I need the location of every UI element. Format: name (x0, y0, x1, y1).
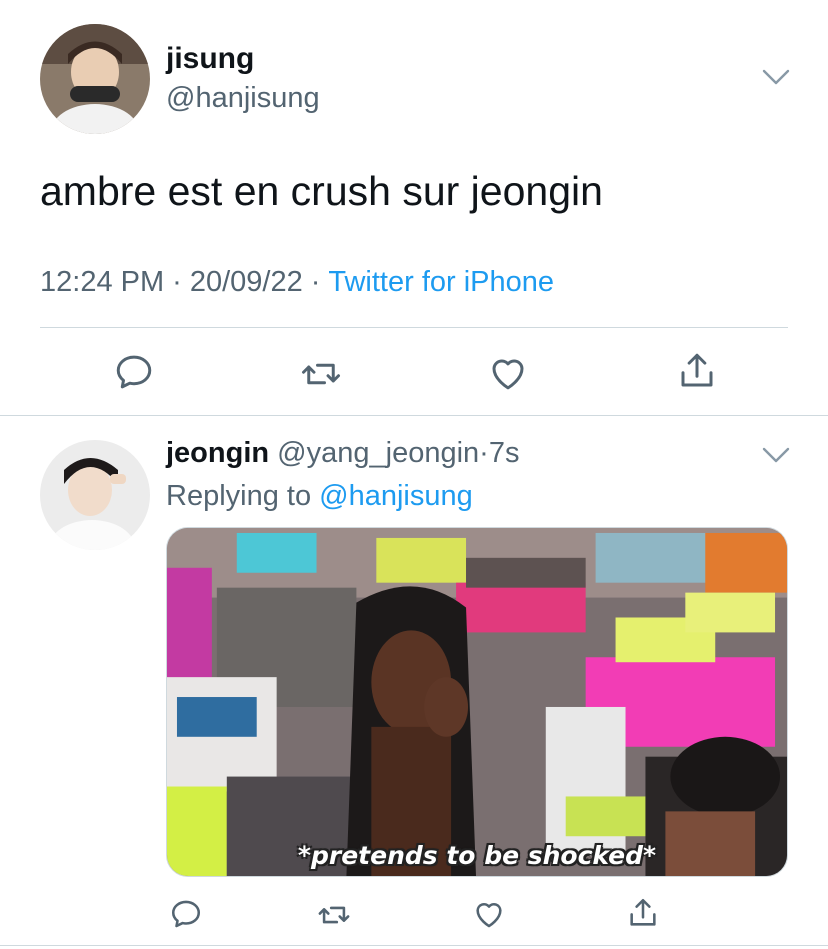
meta-separator: · (172, 266, 182, 298)
tweet-meta: 12:24 PM · 20/09/22 · Twitter for iPhone (40, 266, 554, 299)
media-gif[interactable]: *pretends to be shocked* (166, 527, 788, 877)
replying-to: Replying to @hanjisung (166, 480, 473, 513)
reply-header: jeongin @yang_jeongin·7s (166, 437, 519, 470)
tweet-time: 12:24 PM (40, 266, 165, 298)
tweet-date: 20/09/22 (189, 266, 303, 298)
author-name[interactable]: jisung (166, 42, 254, 76)
retweet-icon[interactable] (317, 898, 351, 932)
heart-icon[interactable] (472, 897, 506, 931)
divider (0, 945, 828, 946)
reply-author-name[interactable]: jeongin (166, 437, 269, 469)
tweet-text: ambre est en crush sur jeongin (40, 168, 603, 214)
avatar-jeongin[interactable] (40, 440, 150, 550)
reply-author-handle[interactable]: @yang_jeongin (277, 437, 479, 469)
retweet-icon[interactable] (300, 353, 342, 395)
tweet-source[interactable]: Twitter for iPhone (328, 266, 554, 298)
chevron-down-icon[interactable] (762, 446, 790, 464)
reply-separator: · (479, 437, 489, 469)
replying-mention[interactable]: @hanjisung (319, 480, 473, 512)
heart-icon[interactable] (487, 352, 529, 394)
reply-age: 7s (488, 437, 520, 469)
reply-icon[interactable] (113, 351, 155, 393)
reply-icon[interactable] (169, 897, 203, 931)
share-icon[interactable] (676, 350, 718, 392)
chevron-down-icon[interactable] (762, 68, 790, 86)
divider (40, 327, 788, 328)
media-caption: *pretends to be shocked* (297, 841, 657, 870)
author-handle[interactable]: @hanjisung (166, 82, 320, 115)
meta-separator: · (310, 266, 321, 298)
replying-prefix: Replying to (166, 480, 312, 512)
share-icon[interactable] (626, 896, 660, 930)
divider (0, 415, 828, 416)
avatar-jisung[interactable] (40, 24, 150, 134)
